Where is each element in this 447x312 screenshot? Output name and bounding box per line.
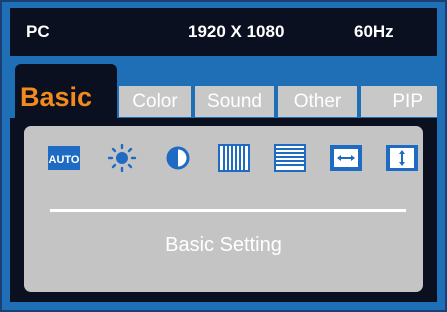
- divider: [50, 209, 406, 212]
- vertical-lines-icon[interactable]: [218, 144, 250, 172]
- refresh-rate: 60Hz: [354, 22, 394, 41]
- input-source: PC: [26, 22, 50, 41]
- tab-other[interactable]: Other: [278, 86, 357, 117]
- tab-color[interactable]: Color: [119, 86, 191, 117]
- horizontal-position-icon[interactable]: [330, 144, 362, 172]
- tab-bar: Basic Color Sound Other PIP: [10, 60, 437, 124]
- tab-basic-label: Basic: [20, 82, 93, 112]
- icon-row: AUTO: [48, 144, 418, 174]
- auto-icon-label: AUTO: [49, 154, 80, 166]
- contrast-icon[interactable]: [162, 144, 194, 172]
- settings-panel-frame: AUTO Basic Setting: [10, 118, 437, 302]
- panel-title: Basic Setting: [165, 234, 282, 256]
- vertical-position-icon[interactable]: [386, 144, 418, 172]
- settings-panel: AUTO Basic Setting: [24, 126, 423, 292]
- horizontal-lines-icon[interactable]: [274, 144, 306, 172]
- tab-pip[interactable]: PIP: [361, 86, 437, 117]
- resolution: 1920 X 1080: [188, 22, 285, 41]
- brightness-icon[interactable]: [106, 144, 138, 172]
- auto-icon[interactable]: AUTO: [48, 144, 80, 172]
- status-bar: PC 1920 X 1080 60Hz: [10, 8, 437, 56]
- osd-window: PC 1920 X 1080 60Hz Basic Color Sound Ot…: [0, 0, 447, 312]
- tab-sound[interactable]: Sound: [195, 86, 274, 117]
- tab-basic[interactable]: Basic: [15, 64, 117, 124]
